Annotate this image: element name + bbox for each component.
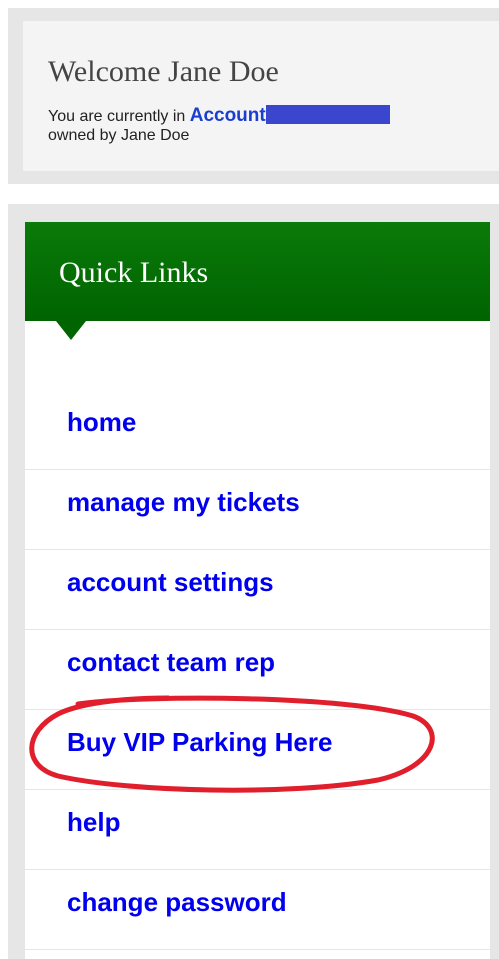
list-item-home: home — [25, 390, 490, 470]
current-account-text: You are currently in Account — [48, 105, 390, 127]
welcome-card: Welcome Jane Doe You are currently in Ac… — [23, 21, 499, 171]
link-account-settings[interactable]: account settings — [67, 567, 274, 598]
welcome-panel: Welcome Jane Doe You are currently in Ac… — [8, 8, 499, 184]
account-link[interactable]: Account — [190, 105, 266, 126]
quick-links-title: Quick Links — [59, 256, 209, 289]
quick-links-list: home manage my tickets account settings … — [25, 390, 490, 950]
redacted-account-name — [265, 105, 390, 124]
quick-links-header: Quick Links — [25, 222, 490, 321]
link-change-password[interactable]: change password — [67, 887, 287, 918]
list-item-account-settings: account settings — [25, 550, 490, 630]
link-home[interactable]: home — [67, 407, 136, 438]
quick-links-panel: Quick Links home manage my tickets accou… — [8, 204, 499, 959]
welcome-title: Welcome Jane Doe — [48, 55, 279, 88]
list-item-change-password: change password — [25, 870, 490, 950]
quick-links-card: Quick Links home manage my tickets accou… — [25, 222, 490, 959]
link-buy-vip-parking[interactable]: Buy VIP Parking Here — [67, 727, 332, 758]
current-account-prefix: You are currently in — [48, 108, 190, 125]
list-item-help: help — [25, 790, 490, 870]
list-item-buy-vip-parking: Buy VIP Parking Here — [25, 710, 490, 790]
list-item-contact-team-rep: contact team rep — [25, 630, 490, 710]
header-pointer-arrow — [56, 321, 86, 340]
list-item-manage-my-tickets: manage my tickets — [25, 470, 490, 550]
account-owner-text: owned by Jane Doe — [48, 127, 190, 144]
link-manage-my-tickets[interactable]: manage my tickets — [67, 487, 300, 518]
link-contact-team-rep[interactable]: contact team rep — [67, 647, 275, 678]
link-help[interactable]: help — [67, 807, 120, 838]
